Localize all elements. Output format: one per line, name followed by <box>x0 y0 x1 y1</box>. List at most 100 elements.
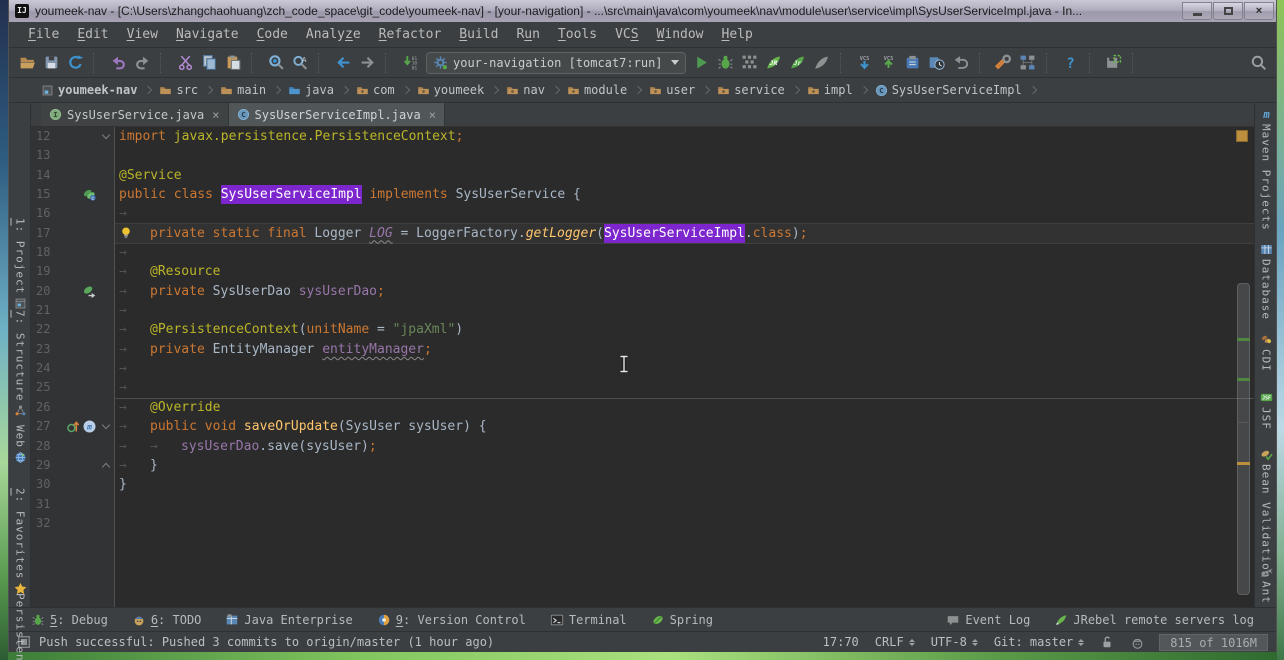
stripe-mark-green-2[interactable] <box>1237 378 1250 381</box>
code-line-15[interactable]: 15cpublic class SysUserServiceImpl imple… <box>31 185 1254 204</box>
toolwindow-button--favorites[interactable]: 2: Favorites <box>9 488 31 595</box>
menu-navigate[interactable]: Navigate <box>167 25 248 44</box>
run-configuration-select[interactable]: your-navigation [tomcat7:run] <box>426 52 686 74</box>
lock-icon[interactable] <box>1100 635 1114 649</box>
memory-indicator[interactable]: 815 of 1016M <box>1159 634 1268 651</box>
settings-button[interactable] <box>992 51 1016 75</box>
code-line-28[interactable]: 28→→sysUserDao.save(sysUser); <box>31 437 1254 456</box>
jrebel-debug-button[interactable]: Jr <box>786 51 810 75</box>
caret-position[interactable]: 17:70 <box>823 635 859 649</box>
code-line-23[interactable]: 23→private EntityManager entityManager; <box>31 340 1254 359</box>
toolwindow-button-ant[interactable]: Ant <box>1255 565 1277 604</box>
title-bar[interactable]: IJ youmeek-nav - [C:\Users\zhangchaohuan… <box>9 0 1276 22</box>
tab-SysUserService.java[interactable]: ISysUserService.java× <box>41 103 229 126</box>
code-text[interactable]: →@Resource <box>115 262 1254 281</box>
code-text[interactable]: → <box>115 204 1254 223</box>
breadcrumb-item-nav[interactable]: nav <box>506 83 545 97</box>
search-everywhere-button[interactable] <box>1246 51 1270 75</box>
code-line-12[interactable]: 12import javax.persistence.PersistenceCo… <box>31 127 1254 146</box>
code-text[interactable]: import javax.persistence.PersistenceCont… <box>115 127 1254 146</box>
toolwindow-button-persistence[interactable]: Persistence <box>9 593 31 660</box>
breadcrumb-item-service[interactable]: service <box>717 83 785 97</box>
breadcrumb-item-module[interactable]: module <box>567 83 627 97</box>
cut-button[interactable] <box>173 51 197 75</box>
code-text[interactable]: public class SysUserServiceImpl implemen… <box>115 185 1254 204</box>
code-text[interactable]: → <box>115 359 1254 378</box>
debug-button[interactable] <box>714 51 738 75</box>
toolwindow-button-database[interactable]: Database <box>1255 243 1277 320</box>
autowired-icon[interactable] <box>82 284 97 299</box>
code-text[interactable]: private static final Logger LOG = Logger… <box>115 224 1254 243</box>
code-text[interactable]: →private SysUserDao sysUserDao; <box>115 282 1254 301</box>
redo-button[interactable] <box>130 51 154 75</box>
menu-view[interactable]: View <box>118 25 167 44</box>
code-line-17[interactable]: 17private static final Logger LOG = Logg… <box>31 224 1254 243</box>
breadcrumb-item-user[interactable]: user <box>649 83 695 97</box>
toolwindow-button-terminal[interactable]: Terminal <box>538 613 639 627</box>
code-line-18[interactable]: 18→ <box>31 243 1254 262</box>
close-tab-icon[interactable]: × <box>212 108 219 122</box>
fold-marker[interactable] <box>97 461 115 470</box>
menu-help[interactable]: Help <box>713 25 762 44</box>
vcs-branch-selector[interactable]: Git: master <box>994 635 1084 649</box>
code-text[interactable]: →@PersistenceContext(unitName = "jpaXml"… <box>115 320 1254 339</box>
fold-marker[interactable] <box>97 425 115 428</box>
minimize-button[interactable] <box>1182 2 1212 20</box>
toolwindow-button--project[interactable]: 1: Project <box>9 218 31 310</box>
code-line-13[interactable]: 13 <box>31 146 1254 165</box>
breadcrumb-item-youmeek-nav[interactable]: youmeek-nav <box>41 83 137 97</box>
code-line-27[interactable]: 27m→public void saveOrUpdate(SysUser sys… <box>31 417 1254 436</box>
breadcrumb-item-main[interactable]: main <box>220 83 266 97</box>
vcs-commit-button[interactable]: VCS <box>877 51 901 75</box>
replace-button[interactable]: A <box>288 51 312 75</box>
toolwindow-button--debug[interactable]: 5: Debug <box>19 613 120 627</box>
stripe-mark-warning[interactable] <box>1237 462 1250 465</box>
code-line-20[interactable]: 20→private SysUserDao sysUserDao; <box>31 282 1254 301</box>
breadcrumb-item-youmeek[interactable]: youmeek <box>417 83 485 97</box>
code-line-16[interactable]: 16→ <box>31 204 1254 223</box>
menu-analyze[interactable]: Analyze <box>297 25 370 44</box>
code-text[interactable]: } <box>115 475 1254 494</box>
toolwindow-button-jrebel-remote-servers-log[interactable]: JRebel remote servers log <box>1042 613 1266 627</box>
vcs-update-button[interactable]: VCS <box>853 51 877 75</box>
toolwindow-button--version-control[interactable]: 9: Version Control <box>365 613 538 627</box>
code-line-21[interactable]: 21→ <box>31 301 1254 320</box>
code-text[interactable]: @Service <box>115 166 1254 185</box>
code-text[interactable]: → <box>115 378 1254 397</box>
save-all-button[interactable] <box>39 51 63 75</box>
code-text[interactable]: →→sysUserDao.save(sysUser); <box>115 437 1254 456</box>
toolwindow-button-jsf[interactable]: JSFJSF <box>1255 391 1277 430</box>
code-line-32[interactable]: 32 <box>31 514 1254 533</box>
code-text[interactable]: →public void saveOrUpdate(SysUser sysUse… <box>115 417 1254 436</box>
code-line-25[interactable]: 25→ <box>31 378 1254 397</box>
maximize-button[interactable] <box>1213 2 1243 20</box>
menu-window[interactable]: Window <box>648 25 713 44</box>
toolwindow-button-web[interactable]: Web <box>9 425 31 464</box>
toolwindow-button-event-log[interactable]: Event Log <box>934 613 1042 627</box>
code-line-30[interactable]: 30} <box>31 475 1254 494</box>
breadcrumb-item-java[interactable]: java <box>288 83 334 97</box>
code-text[interactable]: → <box>115 301 1254 320</box>
close-tab-icon[interactable]: × <box>429 108 436 122</box>
code-text[interactable] <box>115 495 1254 514</box>
copy-button[interactable] <box>197 51 221 75</box>
toolwindow-button-maven-projects[interactable]: mMaven Projects <box>1255 108 1277 231</box>
close-button[interactable]: × <box>1244 2 1274 20</box>
editor-scrollbar[interactable] <box>1237 283 1250 595</box>
menu-run[interactable]: Run <box>507 25 548 44</box>
override-icon[interactable] <box>66 419 81 434</box>
status-message[interactable]: Push successful: Pushed 3 commits to ori… <box>39 635 494 649</box>
spring-bean-icon[interactable]: c <box>82 187 97 202</box>
encoding-selector[interactable]: UTF-8 <box>931 635 978 649</box>
jrebel-run-button[interactable]: JR <box>762 51 786 75</box>
toolwindow-button-java-enterprise[interactable]: Java Enterprise <box>213 613 364 627</box>
tab-SysUserServiceImpl.java[interactable]: CSysUserServiceImpl.java× <box>229 103 445 126</box>
coverage-button[interactable] <box>738 51 762 75</box>
menu-refactor[interactable]: Refactor <box>370 25 451 44</box>
breadcrumb-item-com[interactable]: com <box>356 83 395 97</box>
code-text[interactable] <box>115 514 1254 533</box>
rollback-button[interactable] <box>949 51 973 75</box>
line-separator-selector[interactable]: CRLF <box>875 635 915 649</box>
update-running-app-button[interactable]: 011001 <box>398 51 422 75</box>
breadcrumb-item-src[interactable]: src <box>159 83 198 97</box>
